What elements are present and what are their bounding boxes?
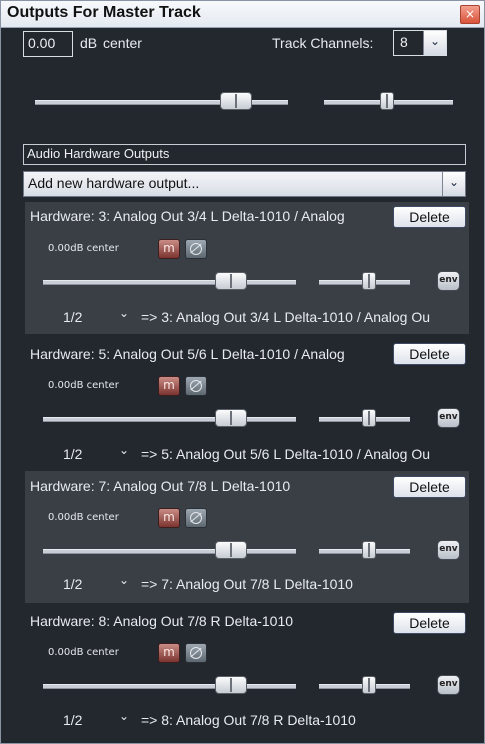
envelope-button[interactable]: env — [437, 271, 460, 291]
send-volume-slider-track[interactable] — [43, 684, 296, 689]
track-channels-label: Track Channels: — [272, 35, 374, 51]
mute-button[interactable]: m — [158, 376, 180, 396]
delete-button[interactable]: Delete — [393, 206, 466, 228]
envelope-button[interactable]: env — [437, 540, 460, 560]
send-route: => 8: Analog Out 7/8 R Delta-1010 — [141, 712, 356, 728]
phase-invert-icon[interactable] — [185, 239, 207, 259]
send-route: => 3: Analog Out 3/4 L Delta-1010 / Anal… — [141, 309, 431, 325]
send-route: => 7: Analog Out 7/8 L Delta-1010 — [141, 576, 353, 592]
phase-invert-icon[interactable] — [185, 643, 207, 663]
send-status: 0.00dB center — [48, 380, 119, 391]
volume-value: 0.00 — [28, 35, 56, 51]
delete-button[interactable]: Delete — [393, 343, 466, 365]
mute-button[interactable]: m — [158, 239, 180, 259]
send-header: Hardware: 8: Analog Out 7/8 R Delta-1010 — [30, 613, 294, 629]
chevron-down-icon[interactable]: ⌄ — [119, 573, 129, 587]
send-volume-slider-handle[interactable] — [215, 676, 247, 694]
volume-input[interactable]: 0.00 — [23, 31, 73, 57]
outputs-window: Outputs For Master Track × 0.00 dB cente… — [0, 0, 485, 744]
send-header: Hardware: 5: Analog Out 5/6 L Delta-1010… — [30, 346, 345, 362]
channels-select[interactable]: 1/2 — [63, 712, 82, 728]
send-volume-slider-track[interactable] — [43, 280, 296, 285]
chevron-down-icon[interactable]: ⌄ — [119, 306, 129, 320]
audio-hardware-outputs-label: Audio Hardware Outputs — [27, 146, 170, 161]
send-volume-slider-handle[interactable] — [215, 409, 247, 427]
send-status: 0.00dB center — [48, 512, 119, 523]
send-pan-slider-handle[interactable] — [362, 676, 376, 694]
send-route: => 5: Analog Out 5/6 L Delta-1010 / Anal… — [141, 446, 431, 462]
track-channels-select[interactable]: 8 ⌄ — [393, 30, 447, 56]
send-pan-slider-handle[interactable] — [362, 541, 376, 559]
chevron-down-icon: ⌄ — [442, 172, 465, 196]
master-pan-slider-handle[interactable] — [380, 92, 394, 110]
close-button[interactable]: × — [460, 5, 480, 24]
send-header: Hardware: 7: Analog Out 7/8 L Delta-1010 — [30, 478, 291, 494]
send-volume-slider-track[interactable] — [43, 549, 296, 554]
send-pan-slider-handle[interactable] — [362, 409, 376, 427]
send-status: 0.00dB center — [48, 647, 119, 658]
add-hardware-output-select[interactable]: Add new hardware output... ⌄ — [23, 171, 466, 197]
envelope-button[interactable]: env — [437, 675, 460, 695]
mute-button[interactable]: m — [158, 508, 180, 528]
envelope-button[interactable]: env — [437, 408, 460, 428]
db-label: dB — [80, 35, 98, 51]
send-volume-slider-handle[interactable] — [215, 272, 247, 290]
phase-invert-icon[interactable] — [185, 376, 207, 396]
channels-select[interactable]: 1/2 — [63, 576, 82, 592]
delete-button[interactable]: Delete — [393, 476, 466, 498]
send-status: 0.00dB center — [48, 243, 119, 254]
send-pan-slider-handle[interactable] — [362, 272, 376, 290]
track-channels-value: 8 — [400, 34, 408, 50]
send-volume-slider-track[interactable] — [43, 417, 296, 422]
send-volume-slider-handle[interactable] — [215, 541, 247, 559]
channels-select[interactable]: 1/2 — [63, 446, 82, 462]
chevron-down-icon[interactable]: ⌄ — [119, 709, 129, 723]
delete-button[interactable]: Delete — [393, 612, 466, 634]
channels-select[interactable]: 1/2 — [63, 309, 82, 325]
add-hardware-output-label: Add new hardware output... — [28, 175, 200, 191]
title-bar: Outputs For Master Track × — [1, 1, 484, 28]
audio-hardware-outputs-group: Audio Hardware Outputs — [23, 144, 466, 165]
pan-label: center — [103, 35, 142, 51]
chevron-down-icon[interactable]: ⌄ — [119, 443, 129, 457]
master-volume-slider-handle[interactable] — [220, 92, 252, 110]
phase-invert-icon[interactable] — [185, 508, 207, 528]
chevron-down-icon: ⌄ — [423, 31, 446, 55]
mute-button[interactable]: m — [158, 643, 180, 663]
window-title: Outputs For Master Track — [7, 4, 201, 21]
send-header: Hardware: 3: Analog Out 3/4 L Delta-1010… — [30, 208, 345, 224]
